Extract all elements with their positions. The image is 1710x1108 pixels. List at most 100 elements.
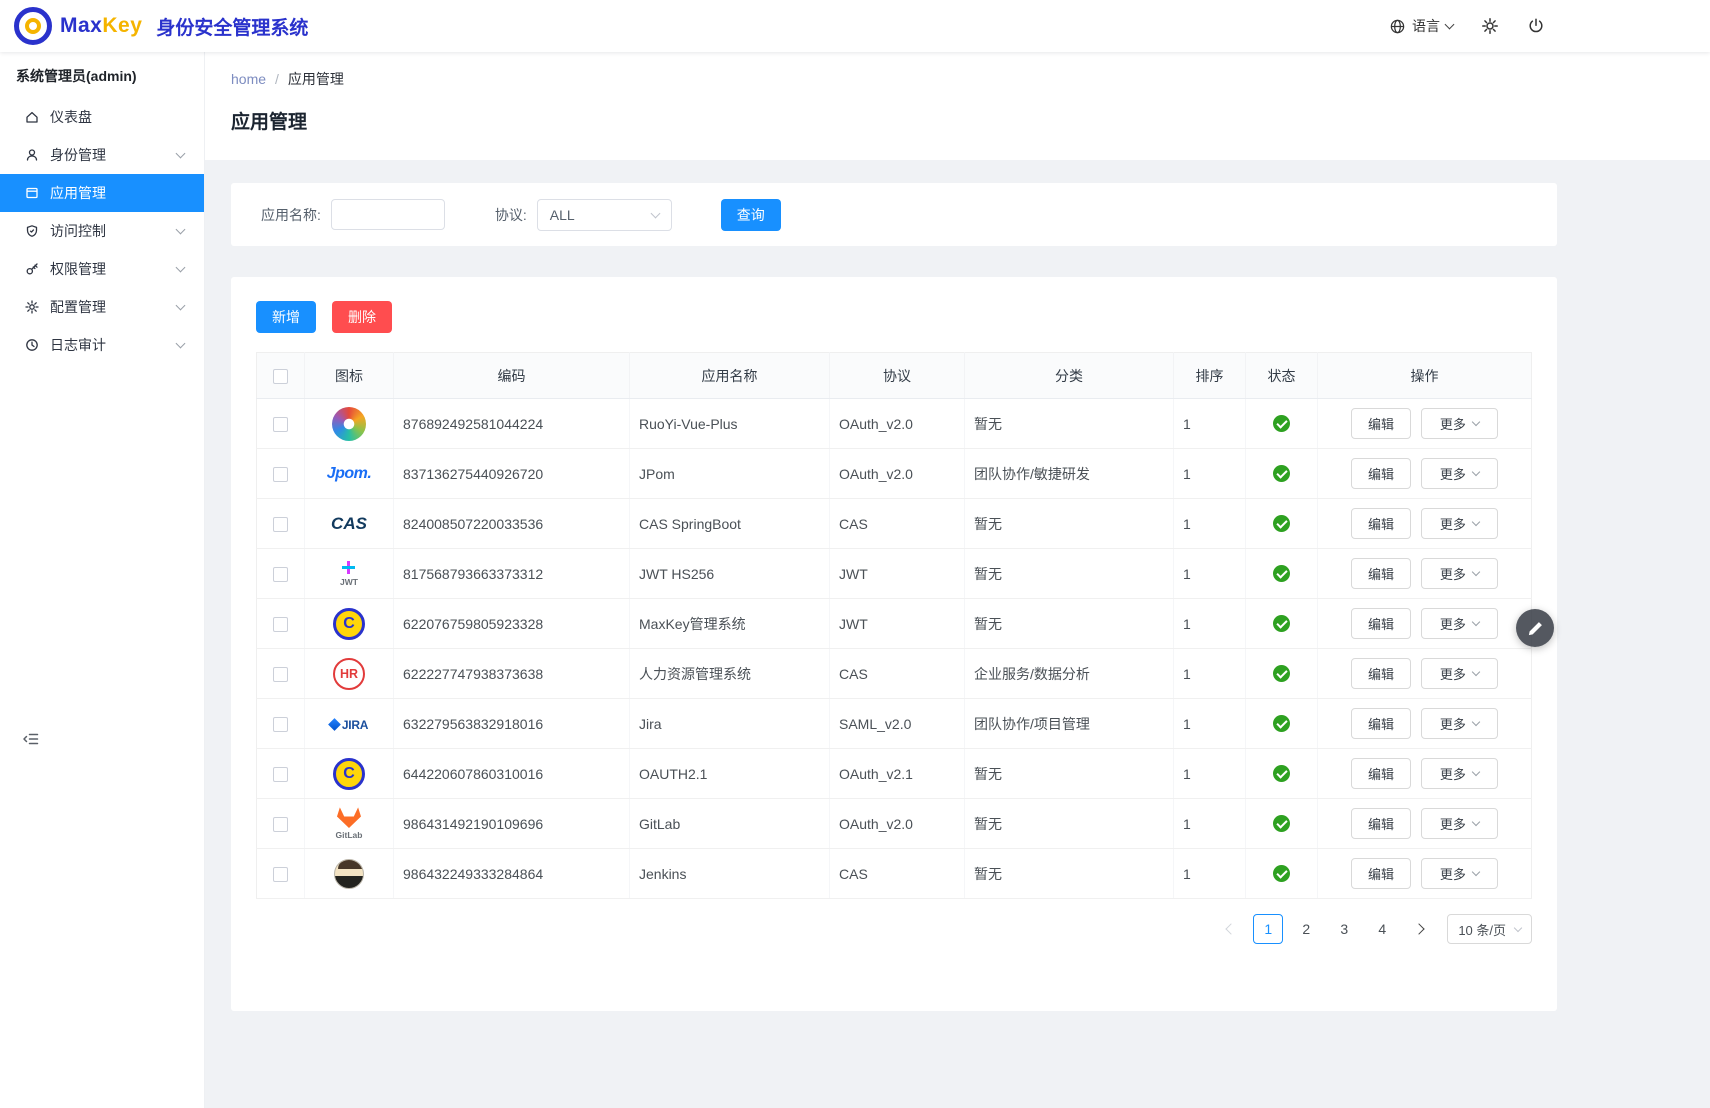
cell-sort: 1	[1174, 799, 1246, 849]
sidebar-item-config[interactable]: 配置管理	[0, 288, 204, 326]
next-page-button[interactable]	[1405, 914, 1433, 944]
chevron-down-icon	[176, 301, 186, 311]
row-checkbox[interactable]	[273, 717, 288, 732]
sidebar-collapse-button[interactable]	[22, 730, 40, 751]
page-button-2[interactable]: 2	[1291, 914, 1321, 944]
edit-button[interactable]: 编辑	[1351, 758, 1411, 789]
edit-button[interactable]: 编辑	[1351, 558, 1411, 589]
row-checkbox[interactable]	[273, 667, 288, 682]
sidebar-item-audit[interactable]: 日志审计	[0, 326, 204, 364]
breadcrumb-home-link[interactable]: home	[231, 71, 266, 87]
page-button-1[interactable]: 1	[1253, 914, 1283, 944]
cell-icon: JIRA	[305, 699, 394, 749]
cell-code: 876892492581044224	[394, 399, 630, 449]
more-label: 更多	[1440, 564, 1466, 583]
more-button[interactable]: 更多	[1421, 458, 1498, 489]
cell-category: 团队协作/项目管理	[965, 699, 1174, 749]
prev-page-button[interactable]	[1217, 914, 1245, 944]
cell-icon	[305, 399, 394, 449]
sidebar-item-label: 仪表盘	[50, 107, 92, 127]
more-button[interactable]: 更多	[1421, 708, 1498, 739]
cell-category: 企业服务/数据分析	[965, 649, 1174, 699]
cell-sort: 1	[1174, 699, 1246, 749]
cell-status	[1246, 449, 1318, 499]
cell-code: 817568793663373312	[394, 549, 630, 599]
more-button[interactable]: 更多	[1421, 858, 1498, 889]
row-checkbox[interactable]	[273, 467, 288, 482]
chevron-down-icon	[176, 225, 186, 235]
app-name-input[interactable]	[331, 199, 445, 230]
row-checkbox[interactable]	[273, 517, 288, 532]
more-button[interactable]: 更多	[1421, 558, 1498, 589]
settings-button[interactable]	[1481, 17, 1499, 35]
edit-button[interactable]: 编辑	[1351, 508, 1411, 539]
edit-button[interactable]: 编辑	[1351, 658, 1411, 689]
delete-button[interactable]: 删除	[332, 301, 392, 333]
sidebar-item-permissions[interactable]: 权限管理	[0, 250, 204, 288]
cell-select	[257, 499, 305, 549]
sidebar-item-apps[interactable]: 应用管理	[0, 174, 204, 212]
more-button[interactable]: 更多	[1421, 808, 1498, 839]
edit-button[interactable]: 编辑	[1351, 708, 1411, 739]
edit-button[interactable]: 编辑	[1351, 608, 1411, 639]
home-icon	[24, 109, 40, 125]
chevron-down-icon	[1472, 518, 1480, 526]
floating-tool-button[interactable]	[1516, 609, 1554, 647]
logout-button[interactable]	[1527, 17, 1545, 35]
cell-name: JPom	[630, 449, 830, 499]
pen-icon	[1527, 620, 1544, 637]
more-button[interactable]: 更多	[1421, 508, 1498, 539]
row-checkbox[interactable]	[273, 617, 288, 632]
app-title: 身份安全管理系统	[156, 13, 308, 40]
cell-code: 824008507220033536	[394, 499, 630, 549]
header-select	[257, 353, 305, 399]
jira-diamond-icon	[328, 718, 341, 731]
cell-status	[1246, 749, 1318, 799]
more-button[interactable]: 更多	[1421, 408, 1498, 439]
sidebar-item-access[interactable]: 访问控制	[0, 212, 204, 250]
app-logo-jpom-icon: Jpom.	[327, 465, 372, 483]
edit-button[interactable]: 编辑	[1351, 808, 1411, 839]
cell-icon: Jpom.	[305, 449, 394, 499]
row-checkbox[interactable]	[273, 567, 288, 582]
select-all-checkbox[interactable]	[273, 369, 288, 384]
chevron-down-icon	[176, 149, 186, 159]
page-size-select[interactable]: 10 条/页	[1447, 914, 1532, 944]
edit-button[interactable]: 编辑	[1351, 458, 1411, 489]
cell-category: 暂无	[965, 749, 1174, 799]
cell-name: Jenkins	[630, 849, 830, 899]
edit-button[interactable]: 编辑	[1351, 408, 1411, 439]
more-button[interactable]: 更多	[1421, 758, 1498, 789]
cell-select	[257, 549, 305, 599]
cell-status	[1246, 649, 1318, 699]
search-button[interactable]: 查询	[721, 199, 781, 231]
brand-max: Max	[60, 14, 102, 37]
chevron-down-icon	[1514, 923, 1522, 931]
row-checkbox[interactable]	[273, 417, 288, 432]
row-checkbox[interactable]	[273, 817, 288, 832]
cell-icon: HR	[305, 649, 394, 699]
more-label: 更多	[1440, 414, 1466, 433]
language-selector[interactable]: 语言	[1389, 16, 1453, 36]
maxkey-logo-icon	[14, 7, 52, 45]
page-button-4[interactable]: 4	[1367, 914, 1397, 944]
breadcrumb-separator: /	[275, 71, 279, 87]
sidebar-item-identity[interactable]: 身份管理	[0, 136, 204, 174]
more-button[interactable]: 更多	[1421, 658, 1498, 689]
cell-select	[257, 399, 305, 449]
row-checkbox[interactable]	[273, 767, 288, 782]
sidebar-item-dashboard[interactable]: 仪表盘	[0, 98, 204, 136]
page-button-3[interactable]: 3	[1329, 914, 1359, 944]
cell-select	[257, 449, 305, 499]
add-button[interactable]: 新增	[256, 301, 316, 333]
cell-name: OAUTH2.1	[630, 749, 830, 799]
edit-button[interactable]: 编辑	[1351, 858, 1411, 889]
protocol-select[interactable]: ALL	[537, 199, 672, 231]
content-header: home / 应用管理 应用管理	[205, 52, 1710, 160]
more-button[interactable]: 更多	[1421, 608, 1498, 639]
more-label: 更多	[1440, 764, 1466, 783]
app-logo-gitlab-icon: GitLab	[336, 807, 363, 840]
status-active-icon	[1273, 665, 1290, 682]
chevron-down-icon	[1472, 418, 1480, 426]
row-checkbox[interactable]	[273, 867, 288, 882]
